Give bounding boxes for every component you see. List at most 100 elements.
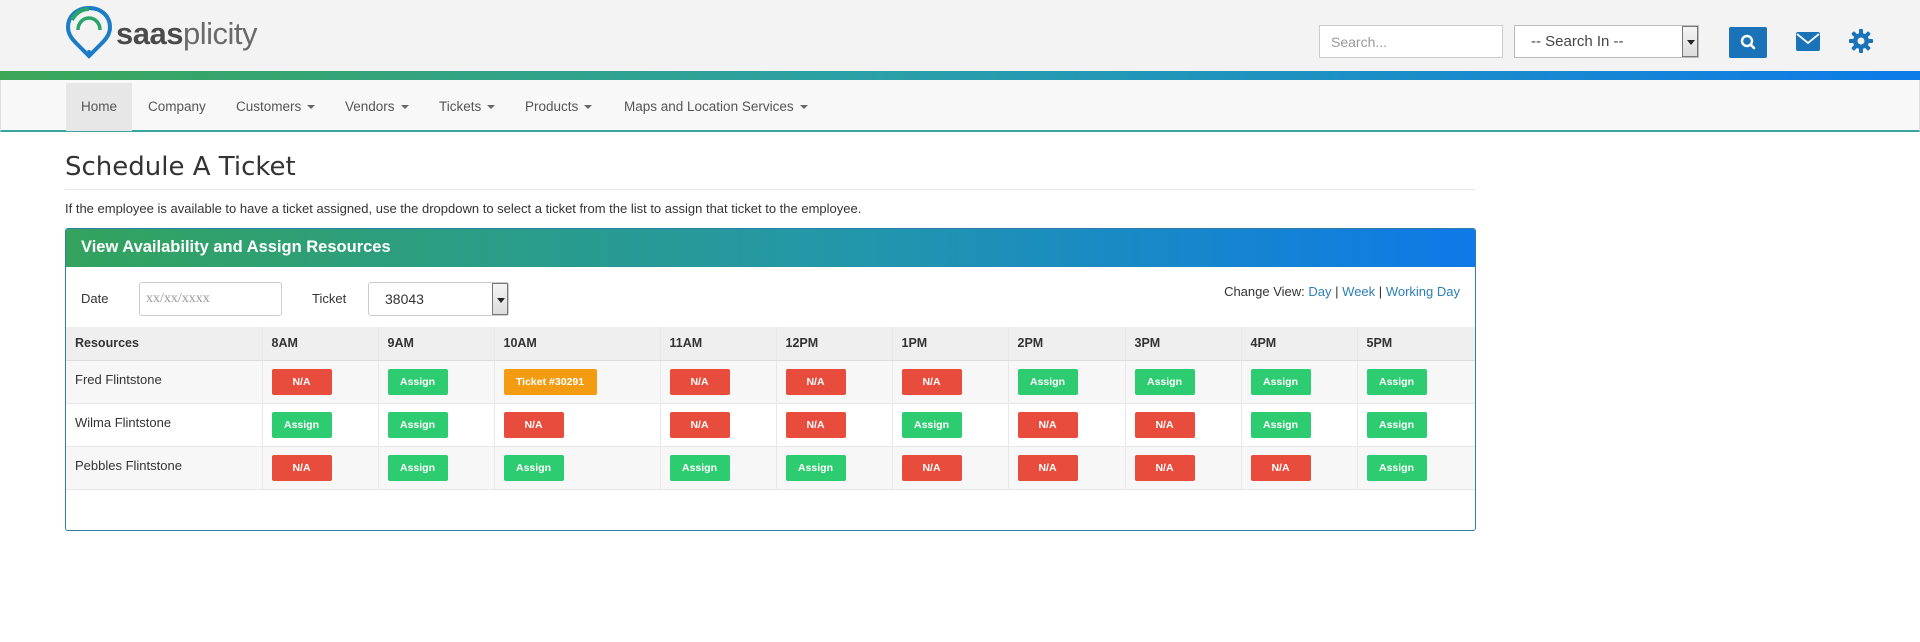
not-available-badge: N/A [785,368,846,395]
hour-header: 8AM [261,327,378,361]
not-available-badge: N/A [1250,454,1311,481]
assign-button[interactable]: Assign [387,368,448,395]
table-row: Fred Flintstone N/A Assign Ticket #30291 N/A… [66,360,1475,404]
search-input[interactable] [1319,25,1503,58]
change-view-label: Change View: [1224,284,1305,299]
not-available-badge: N/A [669,368,730,395]
slot-cell: Assign [659,446,776,490]
availability-panel: View Availability and Assign Resources D… [65,228,1476,531]
view-working-day-link[interactable]: Working Day [1386,284,1460,299]
assign-button[interactable]: Assign [1366,368,1427,395]
assign-button[interactable]: Assign [1250,368,1311,395]
slot-cell: Assign [1007,360,1125,404]
brand-wordmark: saasplicity [116,16,257,51]
assign-button[interactable]: Assign [1017,368,1078,395]
slot-cell: N/A [891,360,1008,404]
date-label: Date [81,291,109,306]
nav-home[interactable]: Home [66,83,133,131]
not-available-badge: N/A [785,411,846,438]
change-view: Change View: Day | Week | Working Day [1224,284,1460,299]
top-header: saasplicity -- Search In -- [0,0,1920,72]
slot-cell: N/A [1124,446,1241,490]
slot-cell: Assign [1124,360,1241,404]
resource-name: Wilma Flintstone [66,403,262,447]
slot-cell: Assign [1240,360,1357,404]
search-button[interactable] [1729,27,1767,58]
resources-header: Resources [66,327,262,361]
slot-cell: N/A [261,446,378,490]
separator: | [1335,284,1339,299]
header-accent-bar [0,71,1920,80]
table-row: Wilma Flintstone Assign Assign N/A N/A N/A Ass… [66,403,1475,447]
not-available-badge: N/A [669,411,730,438]
slot-cell: N/A [1240,446,1357,490]
assign-button[interactable]: Assign [1250,411,1311,438]
slot-cell: N/A [659,360,776,404]
main-nav: Home Company Customers Vendors Tickets P… [0,80,1920,132]
caret-down-icon [487,105,496,110]
caret-down-icon [400,105,409,110]
assign-button[interactable]: Assign [387,454,448,481]
nav-company[interactable]: Company [133,83,221,131]
hour-header: 10AM [493,327,660,361]
slot-cell: N/A [659,403,776,447]
assign-button[interactable]: Assign [503,454,564,481]
slot-cell: N/A [891,446,1008,490]
date-input[interactable] [139,282,282,316]
panel-title: View Availability and Assign Resources [81,238,391,256]
not-available-badge: N/A [1134,454,1195,481]
slot-cell: Assign [775,446,892,490]
not-available-badge: N/A [901,368,962,395]
chevron-down-icon[interactable] [492,283,508,315]
ticket-select-value: 38043 [385,291,424,307]
not-available-badge: N/A [503,411,564,438]
resource-name: Pebbles Flintstone [66,446,262,490]
assign-button[interactable]: Assign [785,454,846,481]
slot-cell: Ticket #30291 [493,360,660,404]
view-week-link[interactable]: Week [1342,284,1375,299]
hour-header: 2PM [1007,327,1125,361]
assign-button[interactable]: Assign [271,411,332,438]
not-available-badge: N/A [901,454,962,481]
slot-cell: N/A [1124,403,1241,447]
hour-header: 9AM [377,327,494,361]
nav-tickets[interactable]: Tickets [424,83,510,131]
assign-button[interactable]: Assign [1134,368,1195,395]
nav-vendors[interactable]: Vendors [330,83,424,131]
ticket-select[interactable]: 38043 [368,282,509,316]
hour-header: 12PM [775,327,892,361]
hour-header: 3PM [1124,327,1241,361]
panel-header: View Availability and Assign Resources [66,229,1475,267]
nav-products[interactable]: Products [510,83,607,131]
ticket-badge[interactable]: Ticket #30291 [503,368,597,395]
chevron-down-icon[interactable] [1682,26,1698,57]
search-icon [1740,34,1756,50]
assign-button[interactable]: Assign [901,411,962,438]
location-pin-logo-icon [65,5,113,59]
not-available-badge: N/A [1017,454,1078,481]
resource-name: Fred Flintstone [66,360,262,404]
slot-cell: Assign [1356,403,1475,447]
hour-header: 5PM [1356,327,1475,361]
mail-icon[interactable] [1796,32,1820,51]
hour-header: 1PM [891,327,1008,361]
slot-cell: N/A [775,403,892,447]
assign-button[interactable]: Assign [387,411,448,438]
view-day-link[interactable]: Day [1308,284,1331,299]
search-in-select[interactable]: -- Search In -- [1514,25,1699,58]
assign-button[interactable]: Assign [1366,454,1427,481]
gear-icon[interactable] [1849,29,1873,53]
not-available-badge: N/A [271,454,332,481]
slot-cell: N/A [1007,446,1125,490]
nav-maps-location[interactable]: Maps and Location Services [609,83,823,131]
divider [65,189,1475,190]
intro-text: If the employee is available to have a t… [65,201,862,216]
brand-logo[interactable]: saasplicity [64,4,284,66]
assign-button[interactable]: Assign [1366,411,1427,438]
table-row: Pebbles Flintstone N/A Assign Assign Assign A… [66,446,1475,490]
nav-customers[interactable]: Customers [221,83,330,131]
caret-down-icon [799,105,808,110]
assign-button[interactable]: Assign [669,454,730,481]
search-in-value: -- Search In -- [1531,33,1624,50]
separator: | [1378,284,1383,299]
